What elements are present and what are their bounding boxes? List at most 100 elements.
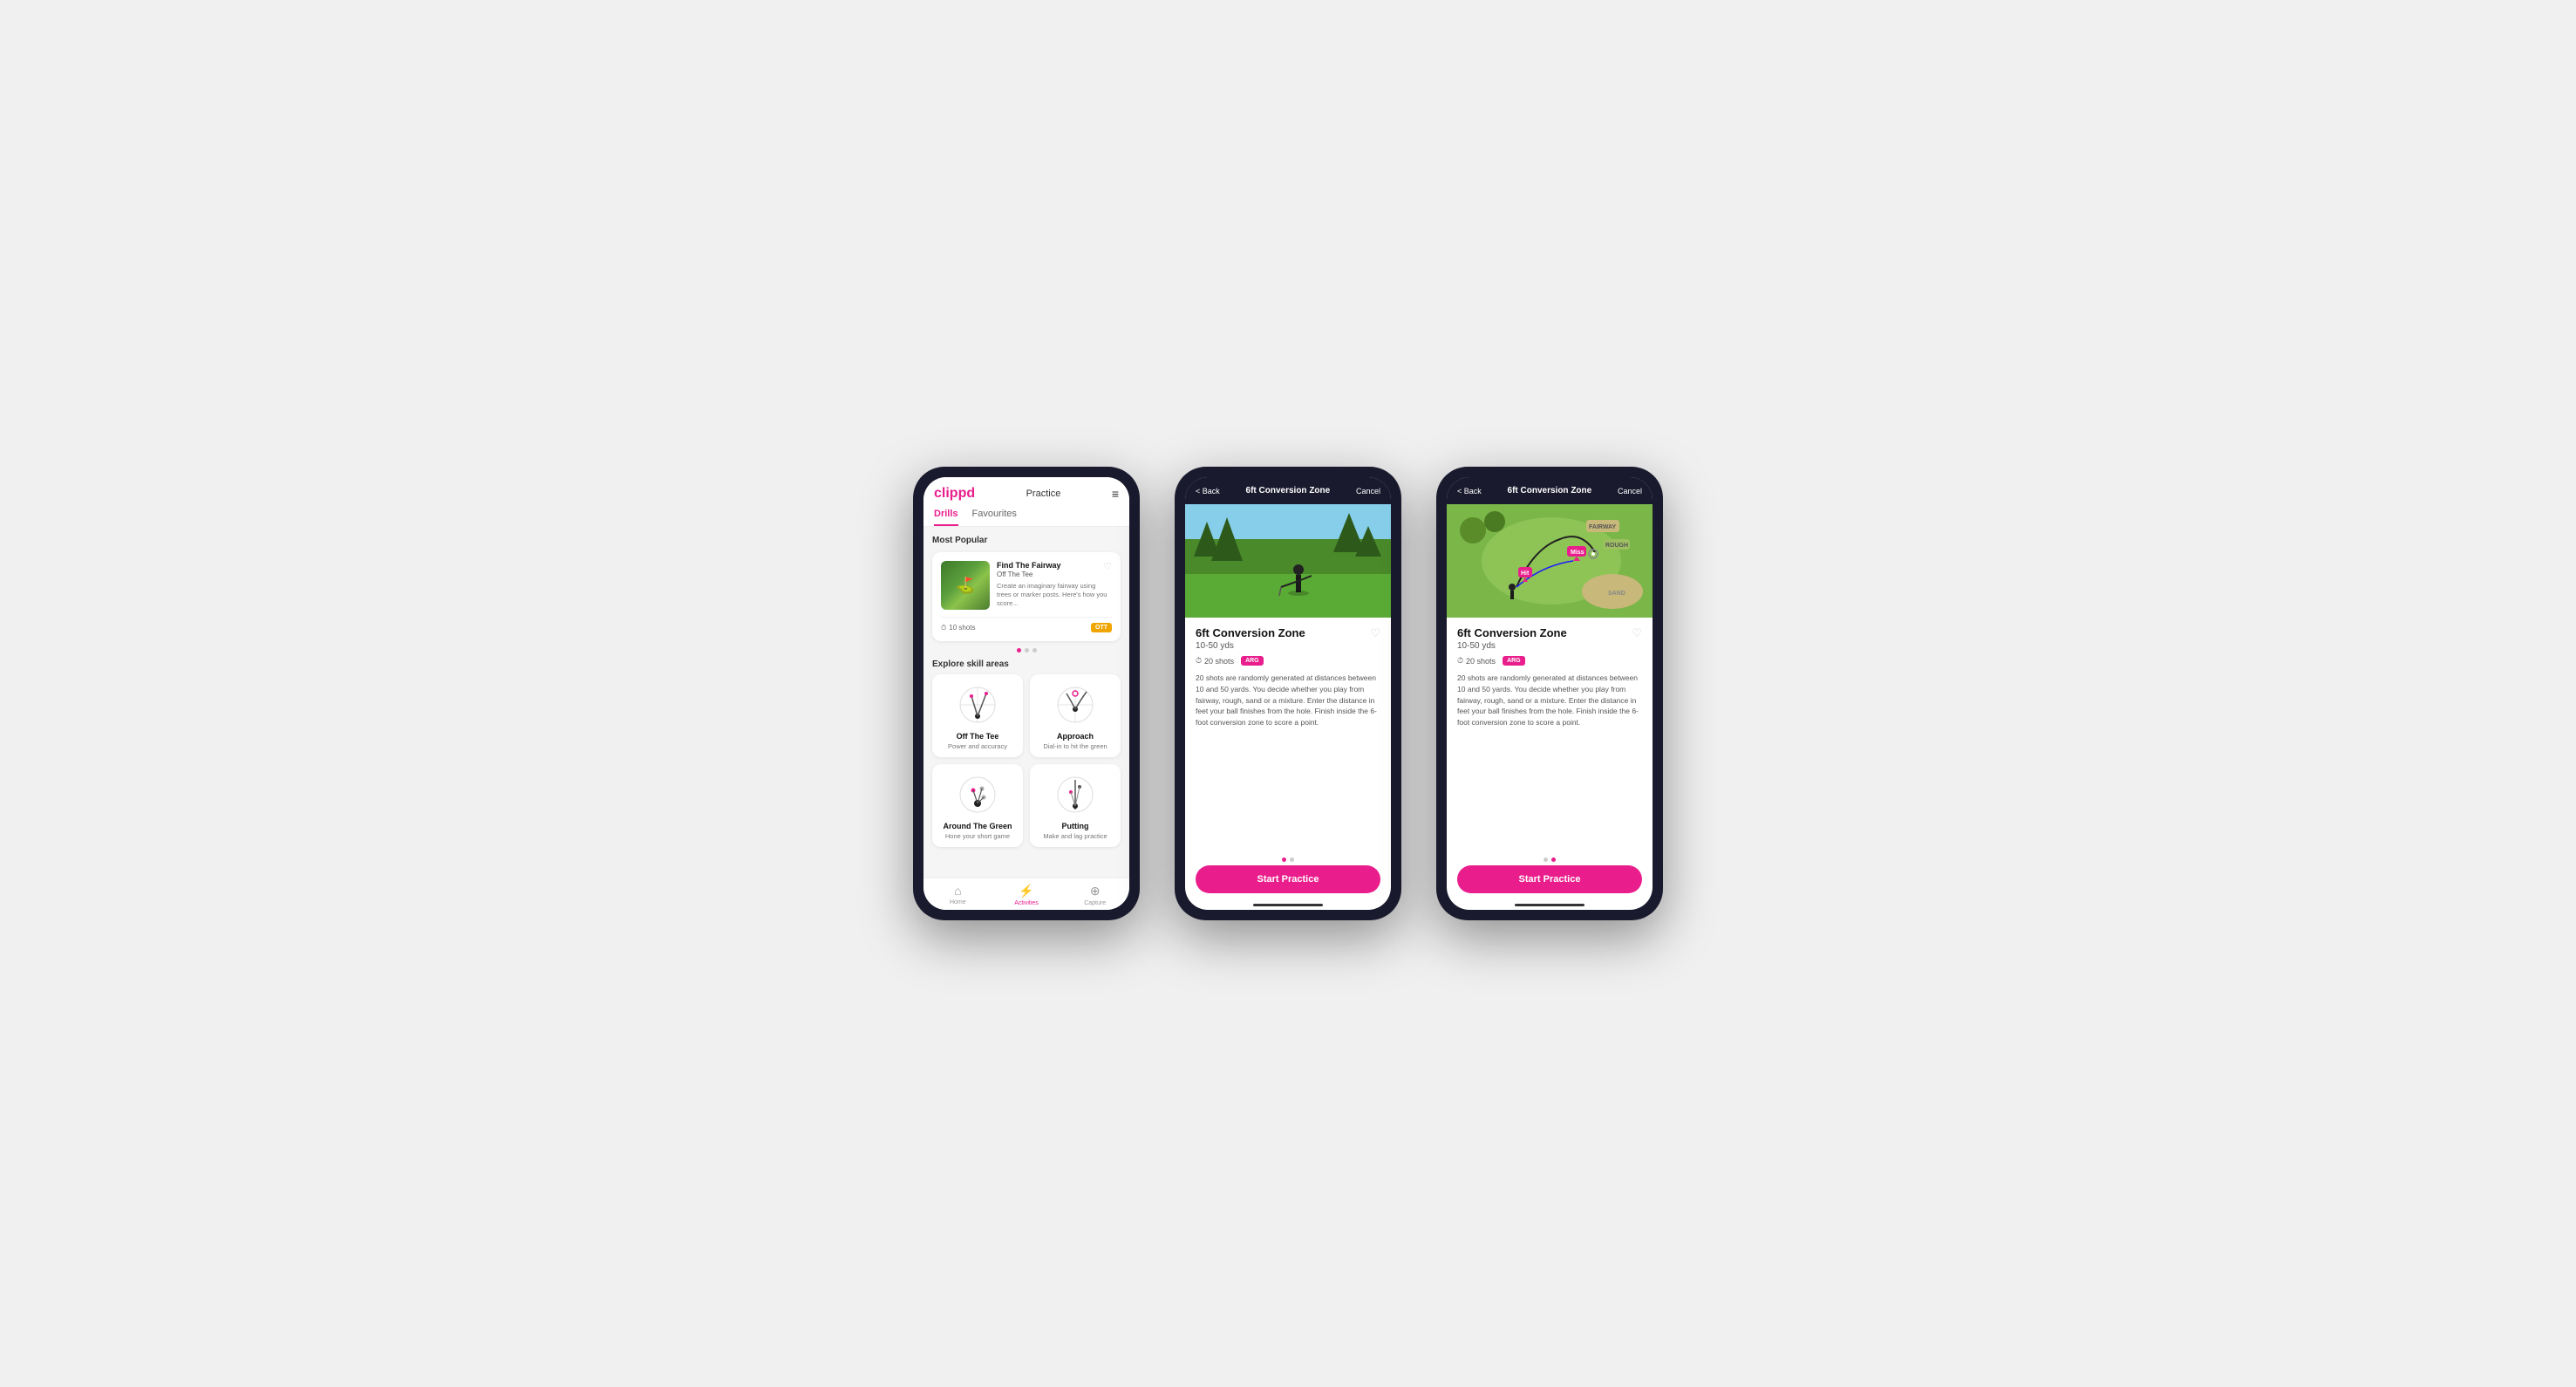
approach-icon: [1053, 683, 1097, 727]
nav-home-label: Home: [950, 899, 966, 905]
phone-3-screen: < Back 6ft Conversion Zone Cancel SAND: [1447, 477, 1653, 910]
drill-name: Find The Fairway: [997, 561, 1112, 570]
bottom-nav: ⌂ Home ⚡ Activities ⊕ Capture: [923, 878, 1129, 910]
home-indicator-2: [1253, 904, 1323, 906]
skill-name-atg: Around The Green: [939, 822, 1016, 830]
skill-desc-putting: Make and lag practice: [1037, 832, 1114, 840]
detail-desc-2: 20 shots are randomly generated at dista…: [1196, 673, 1380, 728]
detail-dot-3-2: [1551, 857, 1556, 862]
dot-3: [1032, 648, 1037, 653]
tabs-row: Drills Favourites: [934, 509, 1119, 526]
phone-3: < Back 6ft Conversion Zone Cancel SAND: [1436, 467, 1663, 920]
detail-drill-name-3: 6ft Conversion Zone: [1457, 626, 1567, 639]
drill-description: Create an imaginary fairway using trees …: [997, 582, 1112, 607]
putting-icon-area: [1053, 773, 1097, 816]
clock-icon: ⏱: [941, 624, 946, 632]
shots-count: 10 shots: [949, 624, 975, 632]
app-logo: clippd: [934, 486, 975, 502]
cancel-button-2[interactable]: Cancel: [1356, 487, 1380, 495]
off-tee-icon-area: [956, 683, 999, 727]
svg-text:Miss: Miss: [1571, 550, 1584, 556]
home-indicator-3: [1515, 904, 1584, 906]
phone-1: clippd Practice ≡ Drills Favourites Most…: [913, 467, 1140, 920]
detail-title-2: 6ft Conversion Zone: [1246, 486, 1331, 495]
svg-text:ROUGH: ROUGH: [1605, 543, 1628, 549]
card-footer: ⏱ 10 shots OTT: [941, 617, 1112, 632]
drill-thumb-image: [941, 561, 990, 610]
nav-capture[interactable]: ⊕ Capture: [1060, 884, 1129, 906]
putting-icon: [1053, 773, 1097, 816]
approach-icon-area: [1053, 683, 1097, 727]
around-green-icon: [956, 773, 999, 816]
detail-content-3: 6ft Conversion Zone 10-50 yds ♡ ⏱ 20 sho…: [1447, 618, 1653, 857]
nav-activities-label: Activities: [1014, 900, 1039, 906]
detail-drill-yds-3: 10-50 yds: [1457, 641, 1567, 651]
dot-1: [1017, 648, 1021, 653]
fav-icon-2[interactable]: ♡: [1370, 626, 1380, 640]
shots-count-3: 20 shots: [1466, 657, 1496, 666]
detail-shots-2: ⏱ 20 shots: [1196, 656, 1234, 666]
skill-card-off-the-tee[interactable]: Off The Tee Power and accuracy: [932, 674, 1023, 757]
phone-2: < Back 6ft Conversion Zone Cancel: [1175, 467, 1401, 920]
svg-text:SAND: SAND: [1608, 591, 1625, 597]
ott-badge: OTT: [1091, 623, 1112, 632]
skill-card-approach[interactable]: Approach Dial-in to hit the green: [1030, 674, 1121, 757]
detail-dot-2: [1290, 857, 1294, 862]
detail-desc-3: 20 shots are randomly generated at dista…: [1457, 673, 1642, 728]
cancel-button-3[interactable]: Cancel: [1618, 487, 1642, 495]
tab-favourites[interactable]: Favourites: [972, 509, 1017, 526]
home-icon: ⌂: [954, 884, 961, 898]
featured-drill-card[interactable]: ♡ Find The Fairway Off The Tee Create an…: [932, 552, 1121, 641]
nav-home[interactable]: ⌂ Home: [923, 884, 992, 906]
detail-shots-3: ⏱ 20 shots: [1457, 656, 1496, 666]
start-practice-button-2[interactable]: Start Practice: [1196, 865, 1380, 893]
favourite-icon[interactable]: ♡: [1103, 561, 1112, 572]
back-button-3[interactable]: < Back: [1457, 487, 1482, 495]
detail-drill-yds-2: 10-50 yds: [1196, 641, 1305, 651]
nav-capture-label: Capture: [1084, 900, 1106, 906]
back-button-2[interactable]: < Back: [1196, 487, 1220, 495]
around-green-icon-area: [956, 773, 999, 816]
detail-dots-3: [1447, 857, 1653, 862]
detail-meta-3: ⏱ 20 shots ARG: [1457, 656, 1642, 666]
tab-drills[interactable]: Drills: [934, 509, 958, 526]
svg-text:FAIRWAY: FAIRWAY: [1589, 524, 1616, 530]
dot-2: [1025, 648, 1029, 653]
drill-subtitle: Off The Tee: [997, 571, 1112, 578]
detail-meta-2: ⏱ 20 shots ARG: [1196, 656, 1380, 666]
detail-title-3: 6ft Conversion Zone: [1508, 486, 1592, 495]
detail-dot-3-1: [1544, 857, 1548, 862]
carousel-dots: [932, 648, 1121, 653]
menu-icon[interactable]: ≡: [1112, 487, 1119, 501]
phone-2-screen: < Back 6ft Conversion Zone Cancel: [1185, 477, 1391, 910]
explore-label: Explore skill areas: [932, 659, 1121, 669]
skill-card-putting[interactable]: Putting Make and lag practice: [1030, 764, 1121, 847]
golf-scene-svg: [1185, 504, 1391, 618]
hero-map-image: SAND Miss Hit: [1447, 504, 1653, 618]
clock-icon-3: ⏱: [1457, 656, 1463, 666]
skill-name-putting: Putting: [1037, 822, 1114, 830]
fav-icon-3[interactable]: ♡: [1632, 626, 1642, 640]
hero-golf-image: [1185, 504, 1391, 618]
drill-info: Find The Fairway Off The Tee Create an i…: [997, 561, 1112, 607]
skill-desc-ott: Power and accuracy: [939, 742, 1016, 750]
map-svg: SAND Miss Hit: [1447, 504, 1653, 618]
skill-name-ott: Off The Tee: [939, 732, 1016, 741]
phone1-content: Most Popular ♡ Find The Fairway Off The …: [923, 527, 1129, 878]
capture-icon: ⊕: [1090, 884, 1101, 898]
detail-dots-2: [1185, 857, 1391, 862]
detail-header-3: < Back 6ft Conversion Zone Cancel: [1447, 477, 1653, 504]
arg-badge-2: ARG: [1241, 656, 1264, 666]
phone-1-screen: clippd Practice ≡ Drills Favourites Most…: [923, 477, 1129, 910]
most-popular-label: Most Popular: [932, 536, 1121, 545]
phone1-header: clippd Practice ≡ Drills Favourites: [923, 477, 1129, 527]
detail-content-2: 6ft Conversion Zone 10-50 yds ♡ ⏱ 20 sho…: [1185, 618, 1391, 857]
off-tee-icon: [956, 683, 999, 727]
drill-thumbnail: [941, 561, 990, 610]
skill-desc-atg: Hone your short game: [939, 832, 1016, 840]
page-title: Practice: [1026, 489, 1061, 499]
start-practice-button-3[interactable]: Start Practice: [1457, 865, 1642, 893]
nav-activities[interactable]: ⚡ Activities: [992, 884, 1061, 906]
detail-header-2: < Back 6ft Conversion Zone Cancel: [1185, 477, 1391, 504]
skill-card-around-green[interactable]: Around The Green Hone your short game: [932, 764, 1023, 847]
